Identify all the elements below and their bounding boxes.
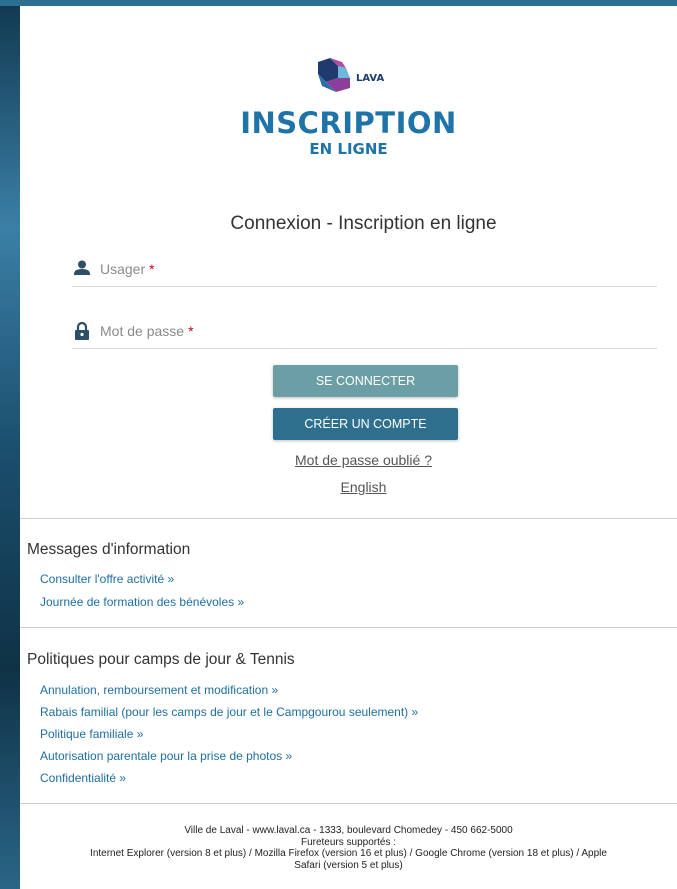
footer-browsers-list: Internet Explorer (version 8 et plus) / … [90, 848, 607, 859]
footer-address: Ville de Laval - www.laval.ca - 1333, bo… [184, 825, 513, 836]
create-account-button[interactable]: CRÉER UN COMPTE [273, 408, 458, 440]
footer-browsers-label: Fureteurs supportés : [300, 836, 397, 848]
password-label: Mot de passe [100, 323, 185, 339]
lock-icon [75, 322, 89, 340]
info-link-offre[interactable]: Consulter l'offre activité » [40, 572, 174, 586]
username-field[interactable]: Usager * [72, 260, 657, 287]
policy-link-annulation[interactable]: Annulation, remboursement et modificatio… [40, 683, 278, 697]
footer: Ville de Laval - www.laval.ca - 1333, bo… [20, 825, 677, 871]
required-mark: * [188, 323, 194, 339]
divider [20, 627, 677, 628]
info-link-formation[interactable]: Journée de formation des bénévoles » [40, 595, 244, 609]
login-button[interactable]: SE CONNECTER [273, 365, 458, 397]
info-section-title: Messages d'information [27, 541, 191, 558]
divider [20, 803, 677, 804]
page-title: Connexion - Inscription en ligne [230, 213, 497, 234]
forgot-password-link[interactable]: Mot de passe oublié ? [20, 452, 677, 468]
policies-section-title: Politiques pour camps de jour & Tennis [27, 651, 295, 668]
background-image-edge [0, 6, 20, 889]
logo-title: INSCRIPTION [240, 106, 457, 140]
login-panel: LAVAL INSCRIPTION EN LIGNE Connexion - I… [20, 6, 677, 889]
logo-subtitle: EN LIGNE [309, 140, 388, 158]
required-mark: * [149, 261, 155, 277]
policy-link-rabais[interactable]: Rabais familial (pour les camps de jour … [40, 705, 418, 719]
user-icon [74, 260, 90, 275]
logo-brand-text: LAVAL [356, 73, 384, 84]
username-label: Usager [100, 261, 146, 277]
policy-link-photos[interactable]: Autorisation parentale pour la prise de … [40, 749, 292, 763]
footer-browsers-list-cont: Safari (version 5 et plus) [294, 859, 403, 871]
policy-link-familiale[interactable]: Politique familiale » [40, 727, 143, 741]
password-field[interactable]: Mot de passe * [72, 322, 657, 349]
laval-logo-icon: LAVAL [318, 58, 384, 92]
divider [20, 518, 677, 519]
policy-link-confidentialite[interactable]: Confidentialité » [40, 771, 126, 785]
language-link[interactable]: English [20, 479, 677, 495]
